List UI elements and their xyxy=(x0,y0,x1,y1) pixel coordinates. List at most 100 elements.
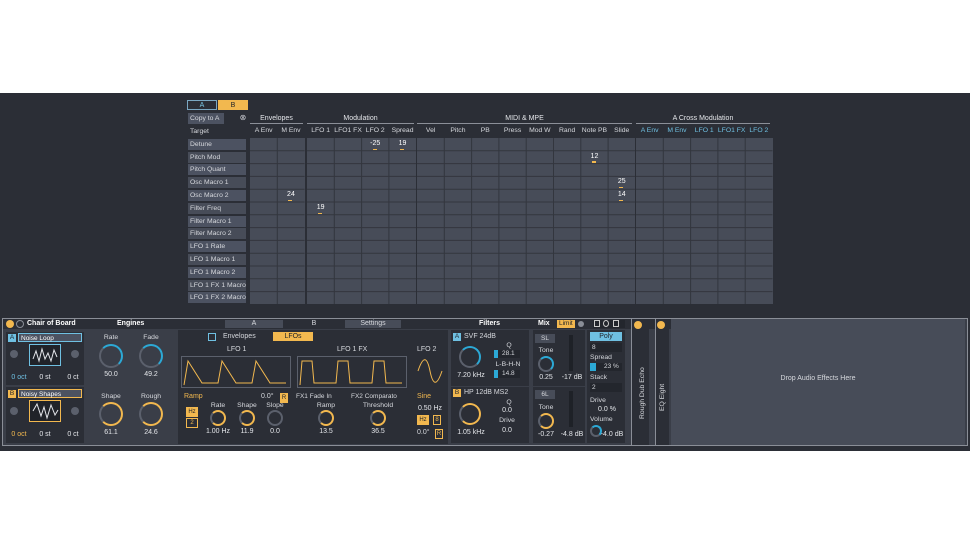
row-label-filter-macro-1[interactable]: Filter Macro 1 xyxy=(188,215,246,227)
osc-a-ct[interactable]: 0 ct xyxy=(63,374,83,381)
matrix-value[interactable]: 24 xyxy=(277,189,304,202)
rate-knob[interactable] xyxy=(99,344,123,368)
lfo2-wave-dropdown[interactable]: Sine xyxy=(417,393,431,400)
shape-knob[interactable] xyxy=(99,402,123,426)
filter-b-freq-knob[interactable] xyxy=(459,403,481,425)
osc-a-oct[interactable]: 0 oct xyxy=(8,374,30,381)
poly-button[interactable]: Poly xyxy=(590,332,622,341)
stack-dropdown[interactable]: 2 xyxy=(590,383,622,392)
voices-dropdown[interactable]: 8 xyxy=(590,343,622,352)
lfo1-phase-value[interactable]: 0.0° xyxy=(261,393,274,400)
device-power-icon[interactable] xyxy=(6,320,14,328)
row-label-lfo-1-rate[interactable]: LFO 1 Rate xyxy=(188,241,246,253)
filter-a-morph-value[interactable]: 14.8 xyxy=(494,370,520,378)
osc-a-st[interactable]: 0 st xyxy=(35,374,55,381)
matrix-grid-group-3[interactable] xyxy=(636,138,773,305)
rough-knob[interactable] xyxy=(139,402,163,426)
lfo1fx-fx2-dropdown[interactable]: FX2 Comparato xyxy=(351,393,397,400)
osc-a-next-icon[interactable] xyxy=(71,350,79,358)
lfo2-phase-value[interactable]: 0.0° xyxy=(417,429,430,436)
row-label-pitch-mod[interactable]: Pitch Mod xyxy=(188,151,246,163)
osc-b-st[interactable]: 0 st xyxy=(35,431,55,438)
row-label-lfo-1-macro-1[interactable]: LFO 1 Macro 1 xyxy=(188,254,246,265)
lfo2-rate-value[interactable]: 0.50 Hz xyxy=(415,405,445,412)
tab-envelopes[interactable]: Envelopes xyxy=(223,333,256,340)
filter-a-q-value[interactable]: 28.1 xyxy=(494,350,520,358)
lfo1fx-threshold-knob[interactable] xyxy=(370,410,386,426)
matrix-value[interactable]: 14 xyxy=(608,189,635,202)
lfo2-sync-button[interactable]: 8 xyxy=(433,415,441,425)
matrix-grid-group-1[interactable] xyxy=(307,138,417,305)
matrix-value[interactable]: 12 xyxy=(581,151,608,163)
eq-eight-power-icon[interactable] xyxy=(657,321,665,329)
lfo1-hz-button[interactable]: Hz xyxy=(186,407,198,417)
lfo1-rate-knob[interactable] xyxy=(210,410,226,426)
osc-b-ct[interactable]: 0 ct xyxy=(63,431,83,438)
matrix-value[interactable]: 25 xyxy=(608,176,635,189)
osc-b-oct[interactable]: 0 oct xyxy=(8,431,30,438)
lfo1-sync-button[interactable]: 2 xyxy=(186,418,198,428)
mix-a-tone-knob[interactable] xyxy=(538,356,554,372)
row-label-lfo-1-fx-1-macro[interactable]: LFO 1 FX 1 Macro xyxy=(188,279,246,291)
matrix-grid-group-2[interactable] xyxy=(417,138,636,305)
filter-a-mode[interactable]: L-B-H-N xyxy=(493,361,523,368)
osc-b-next-icon[interactable] xyxy=(71,407,79,415)
row-label-detune[interactable]: Detune xyxy=(188,138,246,150)
limit-button[interactable]: Limit xyxy=(557,320,575,328)
row-label-lfo-1-fx-2-macro[interactable]: LFO 1 FX 2 Macro xyxy=(188,292,246,304)
lfo1-slope-knob[interactable] xyxy=(267,410,283,426)
filter-b-drive-value[interactable]: 0.0 xyxy=(494,427,520,434)
row-label-osc-macro-1[interactable]: Osc Macro 1 xyxy=(188,177,246,189)
osc-a-letter[interactable]: A xyxy=(8,334,16,342)
osc-b-prev-icon[interactable] xyxy=(10,407,18,415)
mix-a-level-slider[interactable] xyxy=(569,335,573,371)
row-label-osc-macro-2[interactable]: Osc Macro 2 xyxy=(188,190,246,201)
rough-dub-echo-power-icon[interactable] xyxy=(634,321,642,329)
column-header-12: Note PB xyxy=(581,127,608,134)
mix-b-tone-knob[interactable] xyxy=(538,413,554,429)
drop-zone[interactable] xyxy=(671,319,965,445)
filter-b-q-value[interactable]: 0.0 xyxy=(494,407,520,414)
matrix-tab-a[interactable]: A xyxy=(187,100,217,110)
tab-b[interactable]: B xyxy=(285,320,343,328)
osc-a-type-dropdown[interactable]: Noise Loop xyxy=(18,333,82,342)
mix-a-mode-button[interactable]: SL xyxy=(535,334,555,343)
row-label-filter-macro-2[interactable]: Filter Macro 2 xyxy=(188,228,246,240)
filter-b-letter[interactable]: B xyxy=(453,389,461,397)
lfo1fx-fx1-dropdown[interactable]: FX1 Fade In xyxy=(296,393,332,400)
fade-knob[interactable] xyxy=(139,344,163,368)
filter-a-letter[interactable]: A xyxy=(453,333,461,341)
filter-a-type[interactable]: SVF 24dB xyxy=(464,333,496,340)
matrix-value[interactable]: 19 xyxy=(307,202,334,214)
eq-eight-device[interactable] xyxy=(655,319,669,445)
osc-a-prev-icon[interactable] xyxy=(10,350,18,358)
copy-to-a-button[interactable]: Copy to A xyxy=(188,113,224,124)
mix-b-mode-button[interactable]: 6L xyxy=(535,390,555,399)
filter-a-freq-knob[interactable] xyxy=(459,346,481,368)
row-label-lfo-1-macro-2[interactable]: LFO 1 Macro 2 xyxy=(188,266,246,278)
osc-b-letter[interactable]: B xyxy=(8,390,16,398)
filter-b-type[interactable]: HP 12dB MS2 xyxy=(464,389,508,396)
matrix-value[interactable]: -25 xyxy=(362,138,389,150)
spread-value[interactable]: 23 % xyxy=(590,363,622,371)
device-fold-icon[interactable] xyxy=(16,320,24,328)
lfo1fx-ramp-knob[interactable] xyxy=(318,410,334,426)
mix-b-level-slider[interactable] xyxy=(569,391,573,427)
lfo2-retrigger-button[interactable]: R xyxy=(435,429,443,439)
matrix-tab-b[interactable]: B xyxy=(218,100,248,110)
lfo1-shape-knob[interactable] xyxy=(239,410,255,426)
tab-lfos[interactable]: LFOs xyxy=(273,332,313,341)
matrix-value[interactable]: 19 xyxy=(389,138,416,150)
tab-settings[interactable]: Settings xyxy=(345,320,401,328)
drive-value[interactable]: 0.0 % xyxy=(593,406,621,413)
row-label-pitch-quant[interactable]: Pitch Quant xyxy=(188,164,246,176)
tab-a[interactable]: A xyxy=(225,320,283,328)
lfo1-wave-dropdown[interactable]: Ramp xyxy=(184,393,203,400)
close-icon[interactable]: ⊗ xyxy=(238,113,248,123)
mod-view-icon[interactable] xyxy=(208,333,216,341)
row-label-filter-freq[interactable]: Filter Freq xyxy=(188,202,246,214)
matrix-grid-group-0[interactable] xyxy=(250,138,305,305)
lfo2-hz-button[interactable]: Hz xyxy=(417,415,429,425)
osc-b-type-dropdown[interactable]: Noisy Shapes xyxy=(18,389,82,398)
device-toolbar-icons[interactable] xyxy=(593,320,625,328)
